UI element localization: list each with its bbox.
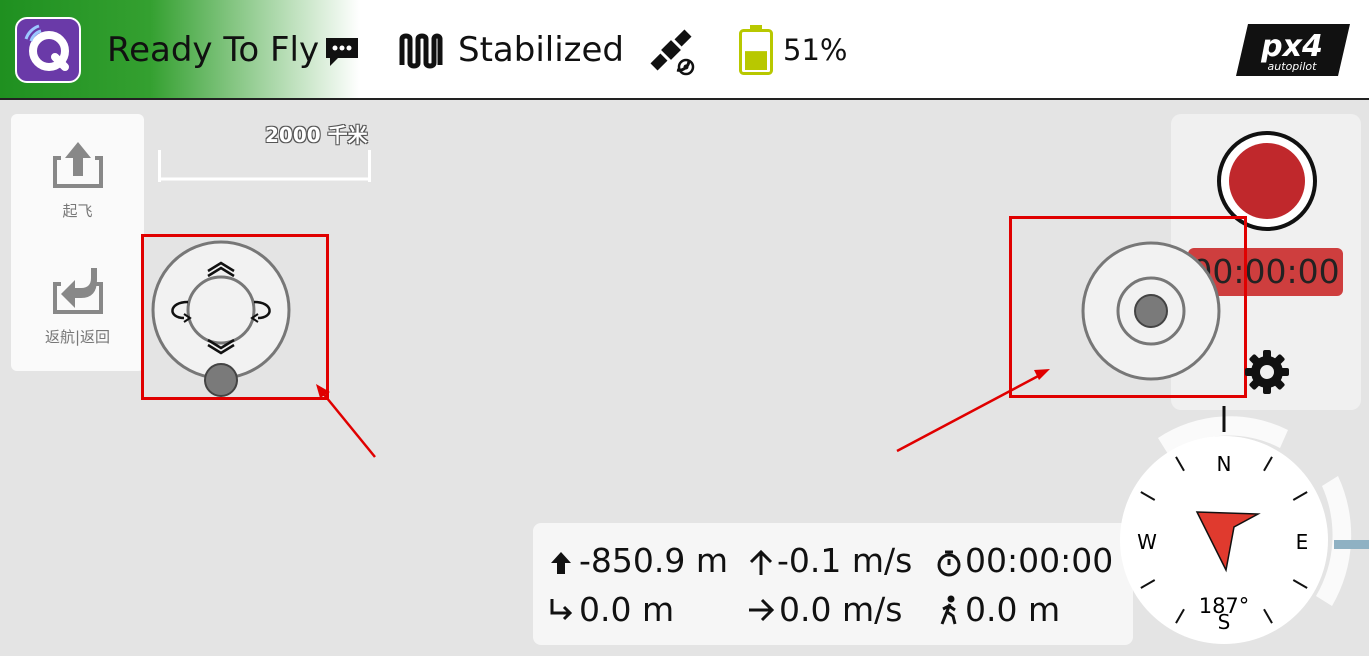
distance-value: 0.0 m bbox=[579, 590, 675, 629]
compass-e: E bbox=[1296, 530, 1309, 554]
walking-person-icon bbox=[940, 595, 957, 625]
timer-icon bbox=[937, 550, 961, 577]
altitude-arrow-icon bbox=[551, 552, 571, 574]
altitude-value: -850.9 m bbox=[579, 541, 729, 580]
vertical-speed-icon bbox=[749, 549, 773, 575]
distance-icon bbox=[550, 599, 573, 621]
heading-value: 187° bbox=[1199, 594, 1250, 618]
home-distance-value: 0.0 m bbox=[965, 590, 1061, 629]
telemetry-panel[interactable]: -850.9 m -0.1 m/s 00:00:00 0.0 m 0.0 m/s… bbox=[533, 523, 1133, 645]
compass-w: W bbox=[1137, 530, 1157, 554]
horizontal-speed-value: 0.0 m/s bbox=[779, 590, 903, 629]
compass-n: N bbox=[1217, 452, 1232, 476]
horizontal-speed-icon bbox=[749, 598, 775, 622]
vertical-speed-value: -0.1 m/s bbox=[777, 541, 913, 580]
compass-widget[interactable]: N E S W 187° bbox=[1100, 400, 1369, 656]
flight-time-value: 00:00:00 bbox=[965, 541, 1114, 580]
